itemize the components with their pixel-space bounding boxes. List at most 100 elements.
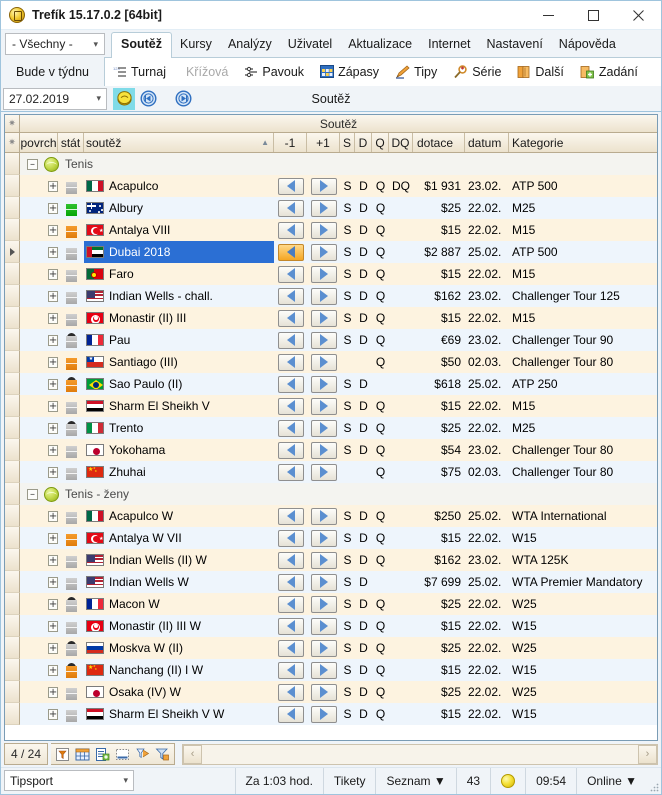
cell-singles[interactable]: S	[340, 703, 355, 725]
cell-doubles-qualification[interactable]	[389, 461, 413, 483]
cell-povrch[interactable]: +	[20, 659, 58, 681]
table-row[interactable]: +Osaka (IV) WSDQ$2522.02.W25	[5, 681, 657, 703]
toolbar-button-tipy[interactable]: Tipy	[387, 59, 445, 84]
cell-doubles-qualification[interactable]	[389, 197, 413, 219]
grid-group-row[interactable]: –Tenis - ženy	[5, 483, 657, 505]
cell-qualification[interactable]: Q	[372, 593, 389, 615]
increment-button[interactable]	[311, 596, 337, 613]
row-expand-toggle[interactable]: +	[48, 665, 58, 676]
cell-doubles[interactable]: D	[355, 659, 372, 681]
row-expand-toggle[interactable]: +	[48, 203, 58, 214]
decrement-button[interactable]	[278, 222, 304, 239]
resize-grip-icon[interactable]	[647, 768, 661, 794]
cell-minus1[interactable]	[274, 659, 307, 681]
cell-qualification[interactable]: Q	[372, 175, 389, 197]
table-row[interactable]: +Acapulco WSDQ$25025.02.WTA Internationa…	[5, 505, 657, 527]
column-header-s[interactable]: S	[340, 133, 355, 152]
row-expand-toggle[interactable]: +	[48, 225, 58, 236]
status-online-dropdown[interactable]: Online ▼	[576, 768, 647, 794]
cell-doubles-qualification[interactable]	[389, 703, 413, 725]
increment-button[interactable]	[311, 310, 337, 327]
cell-singles[interactable]: S	[340, 571, 355, 593]
cell-soutez[interactable]: Sao Paulo (II)	[84, 373, 274, 395]
row-gutter[interactable]	[5, 175, 20, 197]
cell-plus1[interactable]	[307, 285, 340, 307]
cell-doubles[interactable]: D	[355, 219, 372, 241]
cell-soutez[interactable]: ★★★Nanchang (II) I W	[84, 659, 274, 681]
cell-doubles[interactable]: D	[355, 263, 372, 285]
cell-povrch[interactable]: +	[20, 329, 58, 351]
maximize-icon[interactable]	[571, 1, 616, 30]
cell-povrch[interactable]: +	[20, 703, 58, 725]
cell-soutez[interactable]: Sharm El Sheikh V W	[84, 703, 274, 725]
row-gutter[interactable]	[5, 197, 20, 219]
cell-singles[interactable]: S	[340, 263, 355, 285]
row-gutter[interactable]	[5, 263, 20, 285]
cell-plus1[interactable]	[307, 241, 340, 263]
cell-qualification[interactable]: Q	[372, 329, 389, 351]
cell-soutez[interactable]: Yokohama	[84, 439, 274, 461]
cell-doubles-qualification[interactable]	[389, 395, 413, 417]
cell-qualification[interactable]: Q	[372, 263, 389, 285]
toolbar-button-pavouk[interactable]: Pavouk	[236, 59, 312, 84]
cell-singles[interactable]: S	[340, 307, 355, 329]
cell-soutez[interactable]: Acapulco	[84, 175, 274, 197]
cell-plus1[interactable]	[307, 461, 340, 483]
cell-povrch[interactable]: +	[20, 197, 58, 219]
cell-doubles-qualification[interactable]	[389, 219, 413, 241]
column-header-povrch[interactable]: povrch	[20, 133, 58, 152]
row-gutter[interactable]	[5, 153, 20, 175]
cell-plus1[interactable]	[307, 659, 340, 681]
decrement-button[interactable]	[278, 706, 304, 723]
column-header-dq[interactable]: DQ	[389, 133, 413, 152]
status-coin-icon[interactable]	[490, 768, 525, 794]
cell-soutez[interactable]: Albury	[84, 197, 274, 219]
increment-button[interactable]	[311, 200, 337, 217]
cell-minus1[interactable]	[274, 439, 307, 461]
row-gutter[interactable]	[5, 461, 20, 483]
cell-minus1[interactable]	[274, 527, 307, 549]
menu-item-internet[interactable]: Internet	[420, 33, 478, 57]
cell-povrch[interactable]: +	[20, 351, 58, 373]
row-expand-toggle[interactable]: +	[48, 181, 58, 192]
row-gutter[interactable]	[5, 307, 20, 329]
cell-doubles-qualification[interactable]	[389, 285, 413, 307]
decrement-button[interactable]	[278, 332, 304, 349]
cell-soutez[interactable]: Pau	[84, 329, 274, 351]
cell-povrch[interactable]: +	[20, 571, 58, 593]
cell-singles[interactable]: S	[340, 395, 355, 417]
increment-button[interactable]	[311, 398, 337, 415]
cell-povrch[interactable]: +	[20, 637, 58, 659]
scroll-left-icon[interactable]: ‹	[183, 745, 202, 764]
group-header[interactable]: –Tenis - ženy	[20, 483, 657, 505]
decrement-button[interactable]	[278, 596, 304, 613]
cell-doubles-qualification[interactable]	[389, 571, 413, 593]
cell-qualification[interactable]	[372, 373, 389, 395]
cell-povrch[interactable]: +	[20, 439, 58, 461]
cell-minus1[interactable]	[274, 219, 307, 241]
cell-doubles-qualification[interactable]	[389, 527, 413, 549]
row-expand-toggle[interactable]: +	[48, 511, 58, 522]
cell-minus1[interactable]	[274, 571, 307, 593]
column-header-soutez[interactable]: soutěž ▲	[84, 133, 274, 152]
row-gutter[interactable]	[5, 681, 20, 703]
cell-doubles-qualification[interactable]	[389, 615, 413, 637]
column-header-dotace[interactable]: dotace	[413, 133, 465, 152]
toolbar-button-zapasy[interactable]: Zápasy	[312, 59, 387, 84]
group-header[interactable]: –Tenis	[20, 153, 657, 175]
table-row[interactable]: +Indian Wells (II) WSDQ$16223.02.WTA 125…	[5, 549, 657, 571]
cell-plus1[interactable]	[307, 175, 340, 197]
row-expand-toggle[interactable]: +	[48, 599, 58, 610]
cell-doubles[interactable]: D	[355, 615, 372, 637]
increment-button[interactable]	[311, 662, 337, 679]
decrement-button[interactable]	[278, 200, 304, 217]
cell-doubles-qualification[interactable]	[389, 241, 413, 263]
cell-plus1[interactable]	[307, 197, 340, 219]
cell-plus1[interactable]	[307, 703, 340, 725]
filter-icon[interactable]	[53, 745, 72, 763]
increment-button[interactable]	[311, 442, 337, 459]
cell-minus1[interactable]	[274, 637, 307, 659]
menu-item-soutez[interactable]: Soutěž	[111, 32, 172, 58]
cell-soutez[interactable]: Macon W	[84, 593, 274, 615]
table-row[interactable]: +FaroSDQ$1522.02.M15	[5, 263, 657, 285]
